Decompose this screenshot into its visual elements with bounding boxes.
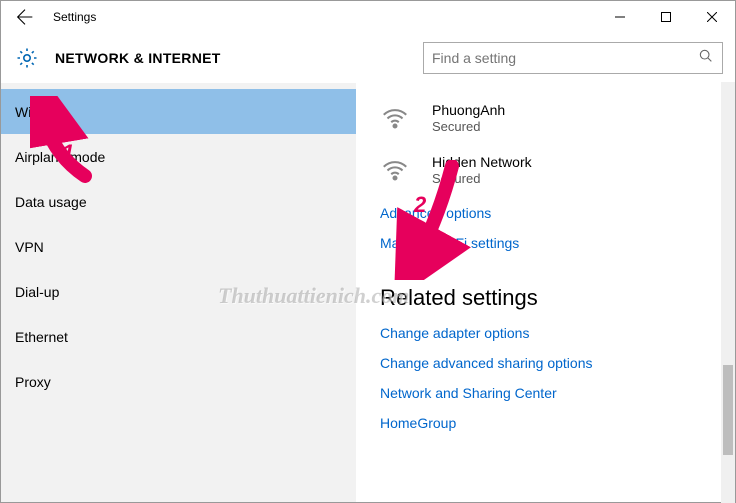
sidebar-item-label: Wi-Fi	[15, 104, 48, 120]
close-button[interactable]	[689, 1, 735, 33]
back-button[interactable]	[1, 1, 49, 33]
network-item[interactable]: Hidden Network Secured	[380, 153, 711, 187]
minimize-icon	[615, 12, 625, 22]
sidebar-item-vpn[interactable]: VPN	[1, 224, 356, 269]
search-icon	[698, 48, 714, 69]
sidebar-item-data-usage[interactable]: Data usage	[1, 179, 356, 224]
network-name: PhuongAnh	[432, 101, 505, 119]
sidebar-item-proxy[interactable]: Proxy	[1, 359, 356, 404]
sidebar-item-ethernet[interactable]: Ethernet	[1, 314, 356, 359]
body: Wi-Fi Airplane mode Data usage VPN Dial-…	[1, 83, 735, 502]
wifi-icon	[380, 103, 414, 133]
maximize-button[interactable]	[643, 1, 689, 33]
change-adapter-options-link[interactable]: Change adapter options	[380, 325, 711, 341]
back-arrow-icon	[14, 6, 36, 28]
sidebar: Wi-Fi Airplane mode Data usage VPN Dial-…	[1, 83, 356, 502]
page-title: NETWORK & INTERNET	[55, 50, 221, 66]
advanced-options-link[interactable]: Advanced options	[380, 205, 711, 221]
maximize-icon	[661, 12, 671, 22]
network-status: Secured	[432, 171, 532, 187]
settings-window: Settings NETWORK & INTERNET Wi-Fi	[0, 0, 736, 503]
close-icon	[707, 12, 717, 22]
network-name: Hidden Network	[432, 153, 532, 171]
sidebar-item-label: Ethernet	[15, 329, 68, 345]
sidebar-item-label: Airplane mode	[15, 149, 105, 165]
scrollbar[interactable]	[721, 82, 735, 503]
search-box[interactable]	[423, 42, 723, 74]
window-title: Settings	[49, 10, 597, 24]
window-controls	[597, 1, 735, 33]
network-item[interactable]: PhuongAnh Secured	[380, 101, 711, 135]
search-input[interactable]	[432, 50, 698, 66]
sidebar-item-label: Proxy	[15, 374, 51, 390]
sidebar-item-dial-up[interactable]: Dial-up	[1, 269, 356, 314]
sidebar-item-airplane-mode[interactable]: Airplane mode	[1, 134, 356, 179]
network-sharing-center-link[interactable]: Network and Sharing Center	[380, 385, 711, 401]
header: NETWORK & INTERNET	[1, 33, 735, 83]
manage-wifi-settings-link[interactable]: Manage Wi-Fi settings	[380, 235, 711, 251]
scrollbar-thumb[interactable]	[723, 365, 733, 455]
content-pane: PhuongAnh Secured Hidden Network Secured…	[356, 83, 735, 502]
sidebar-item-wifi[interactable]: Wi-Fi	[1, 89, 356, 134]
network-status: Secured	[432, 119, 505, 135]
sidebar-item-label: VPN	[15, 239, 44, 255]
wifi-icon	[380, 155, 414, 185]
sidebar-item-label: Dial-up	[15, 284, 59, 300]
titlebar: Settings	[1, 1, 735, 33]
related-settings-heading: Related settings	[380, 285, 711, 311]
sidebar-item-label: Data usage	[15, 194, 87, 210]
change-advanced-sharing-link[interactable]: Change advanced sharing options	[380, 355, 711, 371]
homegroup-link[interactable]: HomeGroup	[380, 415, 711, 431]
minimize-button[interactable]	[597, 1, 643, 33]
settings-gear-icon	[13, 44, 41, 72]
